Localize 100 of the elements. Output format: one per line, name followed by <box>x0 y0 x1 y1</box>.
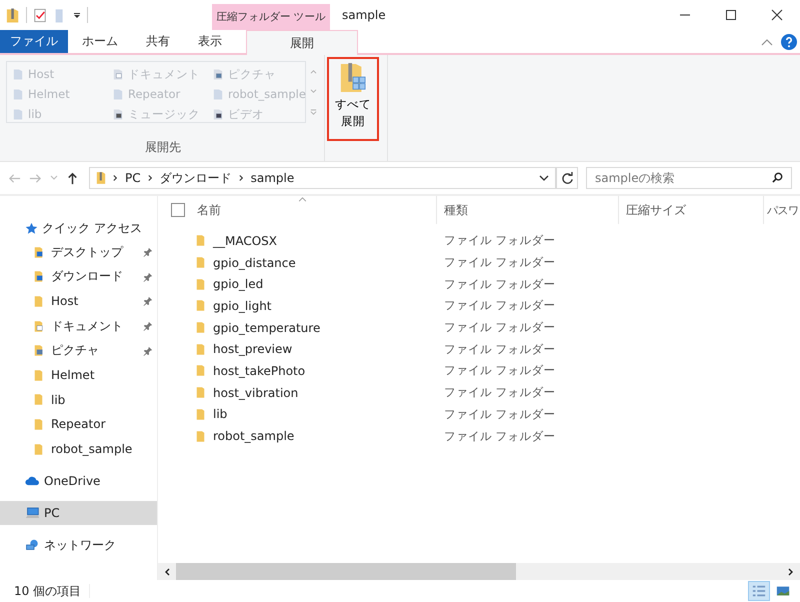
sidebar-item[interactable]: デスクトップ <box>51 244 123 261</box>
scroll-left-icon[interactable] <box>164 568 170 576</box>
file-type: ファイル フォルダー <box>444 320 556 336</box>
destination-label: ピクチャ <box>228 66 276 82</box>
chevron-icon[interactable] <box>148 174 153 182</box>
maximize-icon <box>725 9 737 21</box>
folder-icon <box>196 321 205 334</box>
sidebar-item[interactable]: ドキュメント <box>51 318 123 335</box>
file-name[interactable]: host_preview <box>213 342 292 356</box>
address-bar[interactable]: PC ダウンロード sample <box>89 167 556 189</box>
window-title: sample <box>341 7 387 24</box>
ribbon-tab[interactable]: ホーム <box>68 30 132 53</box>
file-name[interactable]: host_vibration <box>213 386 298 400</box>
sidebar-item[interactable]: robot_sample <box>51 442 132 456</box>
breadcrumb[interactable]: sample <box>250 171 294 185</box>
pin-icon[interactable] <box>143 247 153 258</box>
sidebar-item[interactable]: Repeator <box>51 417 106 432</box>
help-icon[interactable] <box>781 34 797 50</box>
folder-icon <box>196 256 205 270</box>
properties-icon[interactable] <box>33 6 47 24</box>
sidebar-item[interactable]: lib <box>51 392 66 407</box>
column-header[interactable]: 圧縮サイズ <box>626 202 686 218</box>
sort-caret-icon[interactable] <box>298 197 307 202</box>
ribbon-tab[interactable]: 表示 <box>184 30 236 53</box>
sidebar-item[interactable]: ダウンロード <box>51 268 123 286</box>
file-type: ファイル フォルダー <box>444 233 556 248</box>
extract-all-button[interactable]: すべて 展開 <box>327 57 379 141</box>
folder-icon <box>213 108 223 120</box>
folder-icon <box>34 320 43 333</box>
folder-icon <box>34 344 43 358</box>
file-name[interactable]: __MACOSX <box>213 234 278 248</box>
pin-icon[interactable] <box>143 272 153 282</box>
folder-icon <box>196 299 205 312</box>
column-header[interactable]: 名前 <box>197 202 221 218</box>
dropdown-icon[interactable] <box>539 175 549 181</box>
folder-icon <box>196 430 205 443</box>
zip-folder-icon[interactable] <box>6 6 20 24</box>
pin-icon[interactable] <box>143 346 153 356</box>
file-type: ファイル フォルダー <box>444 406 556 422</box>
details-icon <box>752 584 766 598</box>
folder-icon <box>34 442 43 456</box>
folder-icon <box>196 364 205 378</box>
sidebar-location[interactable]: ネットワーク <box>0 533 157 558</box>
file-type: ファイル フォルダー <box>444 255 556 270</box>
file-name[interactable]: lib <box>213 407 228 422</box>
column-header[interactable]: 種類 <box>444 202 468 218</box>
refresh-button[interactable] <box>556 167 578 189</box>
destination-label: ドキュメント <box>128 66 200 82</box>
scroll-right-icon[interactable] <box>788 568 794 576</box>
dropdown-icon[interactable] <box>73 11 81 19</box>
chevron-icon[interactable] <box>113 174 118 182</box>
pin-icon[interactable] <box>143 321 153 332</box>
computer-icon <box>25 507 40 520</box>
refresh-icon <box>560 172 574 184</box>
network-icon <box>25 539 40 552</box>
collapse-ribbon-icon[interactable] <box>761 38 773 46</box>
context-tab-group: 圧縮フォルダー ツール <box>212 4 330 30</box>
search-field[interactable]: sampleの検索 <box>586 167 792 189</box>
horizontal-scrollbar[interactable] <box>158 563 800 580</box>
breadcrumb[interactable]: ダウンロード <box>160 170 232 186</box>
file-name[interactable]: gpio_light <box>213 298 272 313</box>
file-name[interactable]: gpio_distance <box>213 256 296 270</box>
folder-icon <box>196 234 205 248</box>
breadcrumb[interactable]: PC <box>125 171 141 185</box>
sidebar-location[interactable]: PC <box>0 501 157 526</box>
folder-icon <box>34 294 43 308</box>
quick-access-item[interactable]: クイック アクセス <box>0 216 157 240</box>
select-all-checkbox[interactable] <box>171 203 185 217</box>
folder-icon <box>213 68 223 80</box>
file-name[interactable]: gpio_temperature <box>213 320 320 335</box>
scrollbar-thumb[interactable] <box>176 563 516 580</box>
file-type: ファイル フォルダー <box>444 428 556 444</box>
file-name[interactable]: robot_sample <box>213 429 294 444</box>
up-icon[interactable] <box>66 172 79 184</box>
ribbon-tab[interactable]: 共有 <box>132 30 184 53</box>
group-label: 展開先 <box>144 139 182 156</box>
ribbon-tab[interactable]: 展開 <box>246 30 358 55</box>
folder-icon <box>213 88 223 100</box>
destination-label: Host <box>28 67 54 81</box>
destination-label: ミュージック <box>128 106 200 122</box>
ribbon-tab[interactable]: ファイル <box>0 30 68 53</box>
quick-access-label: クイック アクセス <box>42 220 142 236</box>
file-name[interactable]: host_takePhoto <box>213 364 306 378</box>
sidebar-item[interactable]: Host <box>51 294 78 308</box>
file-name[interactable]: gpio_led <box>213 277 264 292</box>
sidebar-item[interactable]: ピクチャ <box>51 342 99 360</box>
folder-icon <box>113 68 123 80</box>
sidebar-location[interactable]: OneDrive <box>0 469 157 494</box>
destination-label: robot_sample <box>228 87 306 101</box>
search-icon[interactable] <box>772 172 783 183</box>
file-type: ファイル フォルダー <box>444 363 556 378</box>
column-header[interactable]: パスワ <box>767 202 798 218</box>
chevron-icon[interactable] <box>238 174 244 182</box>
sidebar-item[interactable]: Helmet <box>51 368 95 382</box>
pin-icon[interactable] <box>143 296 153 306</box>
destination-label: ビデオ <box>228 106 264 122</box>
folder-icon <box>13 68 23 80</box>
destination-label: Repeator <box>128 87 180 101</box>
cloud-icon <box>25 475 40 488</box>
close-icon <box>771 9 783 21</box>
